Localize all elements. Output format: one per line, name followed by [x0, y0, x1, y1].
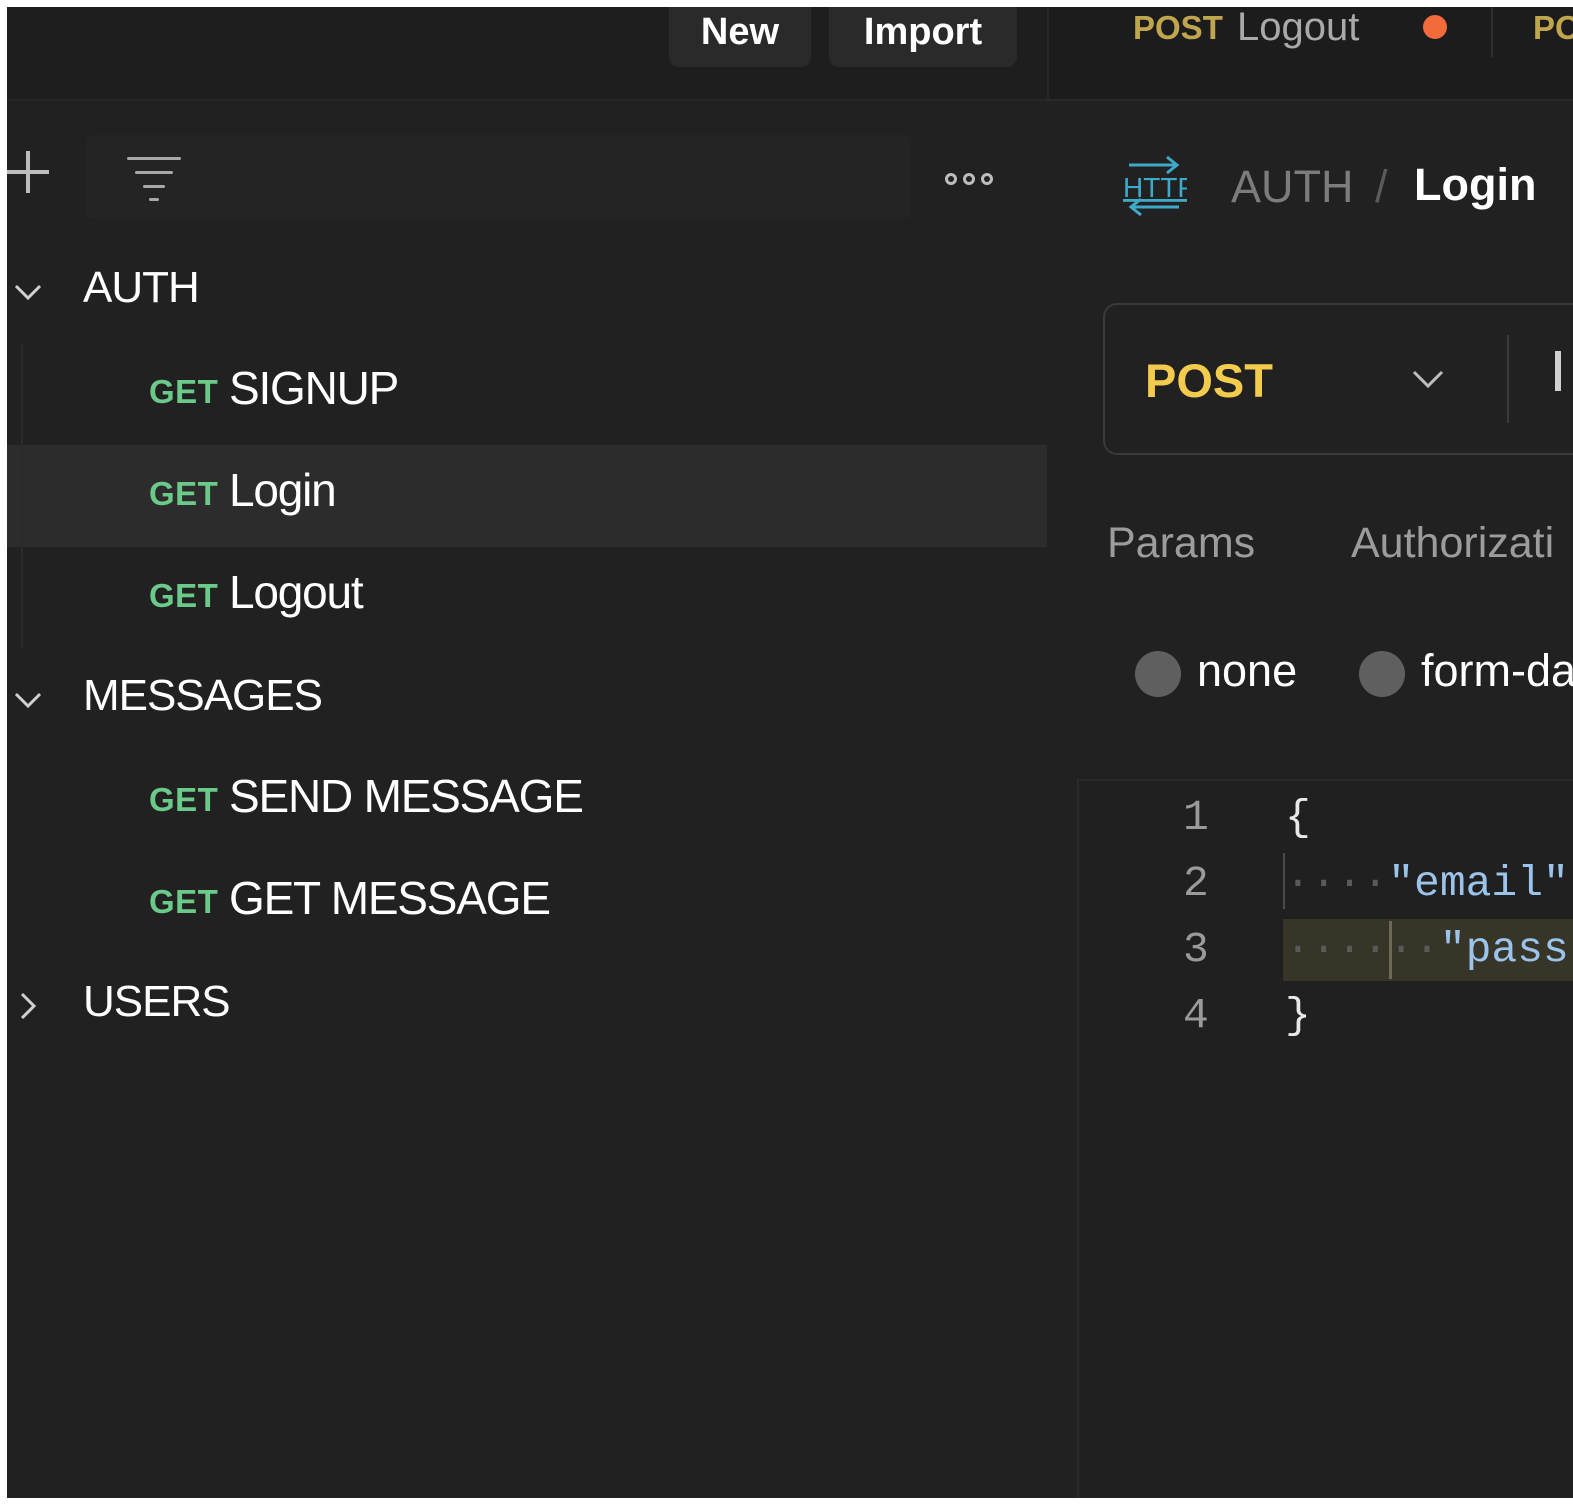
plus-icon[interactable] [7, 151, 49, 193]
code-line: { [1285, 793, 1311, 842]
folder-label: USERS [83, 977, 231, 1026]
request-name: Logout [229, 566, 364, 618]
request-item-get-message[interactable]: GET GET MESSAGE [7, 853, 1047, 955]
app-window: New Import POST Logout PO AUTH GET SIGNU… [7, 7, 1573, 1498]
more-icon[interactable] [945, 171, 999, 191]
request-name: GET MESSAGE [229, 872, 551, 924]
tab-method: PO [1533, 9, 1573, 46]
chevron-right-icon[interactable] [13, 991, 43, 1021]
new-button[interactable]: New [669, 7, 811, 67]
chevron-down-icon[interactable] [13, 685, 43, 715]
request-item-signup[interactable]: GET SIGNUP [7, 343, 1047, 445]
radio-icon[interactable] [1359, 651, 1405, 697]
filter-icon [127, 157, 183, 203]
request-item-logout[interactable]: GET Logout [7, 547, 1047, 649]
request-name: SIGNUP [229, 362, 399, 414]
line-number: 4 [1183, 991, 1209, 1040]
chevron-down-icon[interactable] [13, 277, 43, 307]
request-method: GET [149, 883, 219, 920]
request-item-send-message[interactable]: GET SEND MESSAGE [7, 751, 1047, 853]
url-bar: POST [1103, 303, 1573, 455]
folder-auth[interactable]: AUTH [7, 241, 1047, 343]
folder-label: MESSAGES [83, 671, 323, 720]
tree-guide [21, 445, 23, 547]
request-name: Login [229, 464, 337, 516]
code-line: ······"pass [1285, 925, 1569, 974]
request-method: GET [149, 475, 219, 512]
tab-params[interactable]: Params [1107, 519, 1255, 568]
tab-method: POST [1133, 9, 1223, 46]
request-method: GET [149, 577, 219, 614]
request-tab-bar: POST Logout PO [1047, 7, 1573, 101]
tree-guide [21, 343, 23, 445]
tab-divider [1491, 7, 1493, 57]
line-number: 2 [1183, 859, 1209, 908]
folder-label: AUTH [83, 263, 200, 312]
body-editor[interactable]: 1 2 3 4 { ····"email" ······"pass } [1077, 779, 1573, 1498]
json-key: "pass [1439, 925, 1569, 974]
request-method: GET [149, 373, 219, 410]
unsaved-indicator [1423, 15, 1447, 39]
tab-name: Logout [1237, 7, 1360, 49]
tab-authorization[interactable]: Authorizati [1351, 519, 1554, 568]
url-input[interactable] [1555, 351, 1561, 391]
import-button[interactable]: Import [829, 7, 1017, 67]
radio-label: form-da [1421, 645, 1573, 696]
folder-users[interactable]: USERS [7, 955, 1047, 1057]
radio-icon[interactable] [1135, 651, 1181, 697]
radio-label: none [1197, 645, 1298, 696]
line-number: 1 [1183, 793, 1209, 842]
http-icon: HTTP [1121, 155, 1196, 217]
collection-tree: AUTH GET SIGNUP GET Login GET Logout MES… [7, 241, 1047, 1057]
folder-messages[interactable]: MESSAGES [7, 649, 1047, 751]
collections-sidebar: AUTH GET SIGNUP GET Login GET Logout MES… [7, 101, 1047, 1498]
code-line: ····"email" [1285, 859, 1569, 908]
json-key: "email" [1388, 859, 1569, 908]
workspace-header: New Import [7, 7, 1047, 101]
tree-guide [21, 547, 23, 649]
method-label: POST [1145, 354, 1273, 407]
request-title[interactable]: Login [1414, 159, 1536, 211]
code-line: } [1285, 991, 1311, 1040]
url-divider [1507, 335, 1509, 423]
filter-input[interactable] [85, 135, 911, 219]
line-number: 3 [1183, 925, 1209, 974]
request-panel: HTTP AUTH / Login POST Params Authorizat… [1047, 101, 1573, 1498]
svg-text:HTTP: HTTP [1123, 172, 1187, 203]
request-method: GET [149, 781, 219, 818]
chevron-down-icon [1411, 367, 1445, 391]
breadcrumb-collection[interactable]: AUTH [1231, 161, 1354, 213]
breadcrumb-separator: / [1375, 161, 1388, 212]
request-item-login[interactable]: GET Login [7, 445, 1047, 547]
request-name: SEND MESSAGE [229, 770, 584, 822]
